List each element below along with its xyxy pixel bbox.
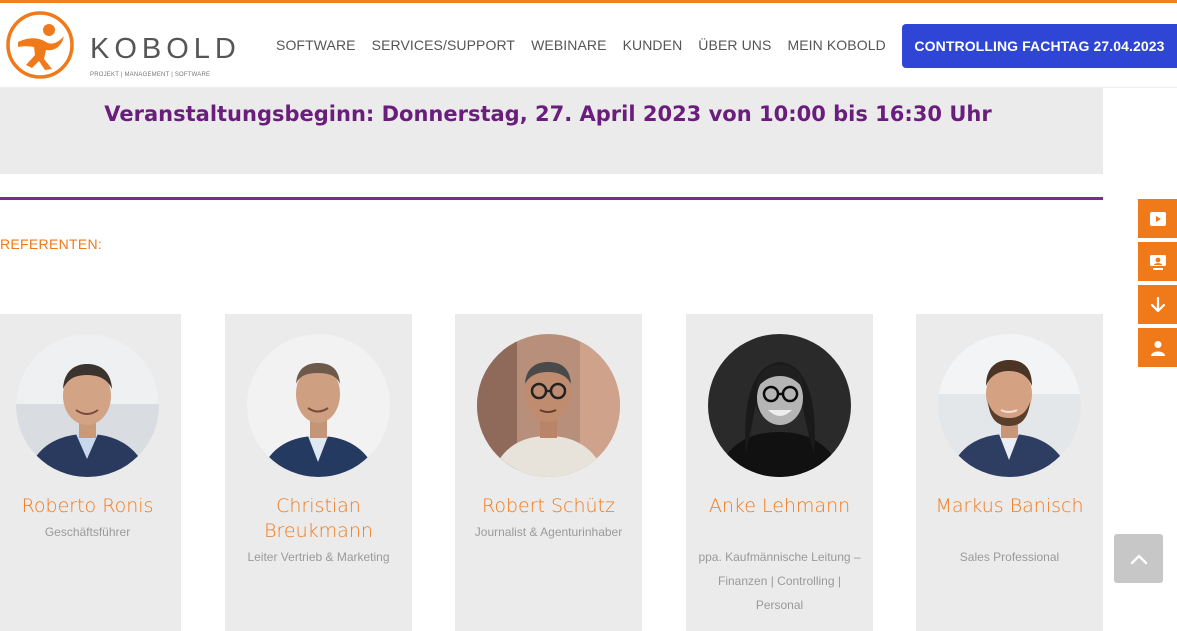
speaker-role: Geschäftsführer [44, 525, 131, 539]
speaker-name: Christian Breukmann [264, 495, 373, 542]
main-nav: SOFTWARE SERVICES/SUPPORT WEBINARE KUNDE… [268, 37, 894, 53]
nav-item-software[interactable]: SOFTWARE [268, 37, 364, 53]
nav-item-webinare[interactable]: WEBINARE [523, 37, 614, 53]
nav-item-services-support[interactable]: SERVICES/SUPPORT [364, 37, 523, 53]
speaker-role: Sales Professional [959, 550, 1060, 564]
speaker-photo [16, 334, 159, 477]
logo-wordmark: KOBOLD [90, 33, 241, 65]
chevron-up-icon [1130, 554, 1147, 564]
speaker-photo [477, 334, 620, 477]
speaker-role: Journalist & Agenturinhaber [474, 525, 623, 539]
speaker-name: Robert Schütz [481, 495, 616, 517]
site-header: KOBOLD PROJEKT | MANAGEMENT | SOFTWARE S… [0, 0, 1177, 88]
event-start-text: Veranstaltungsbeginn: Donnerstag, 27. Ap… [104, 102, 992, 126]
controlling-fachtag-button[interactable]: CONTROLLING FACHTAG 27.04.2023 [902, 24, 1177, 68]
event-info-box: Veranstaltungsbeginn: Donnerstag, 27. Ap… [0, 88, 1103, 174]
avatar [247, 334, 390, 477]
nav-item-ueber-uns[interactable]: ÜBER UNS [690, 37, 779, 53]
user-icon [1150, 340, 1165, 356]
speaker-role: Leiter Vertrieb & Marketing [247, 550, 390, 564]
speaker-photo [247, 334, 390, 477]
download-icon [1150, 296, 1165, 312]
avatar [708, 334, 851, 477]
contact-person-button[interactable] [1138, 328, 1177, 367]
webinar-button[interactable] [1138, 242, 1177, 281]
avatar [16, 334, 159, 477]
video-button[interactable] [1138, 199, 1177, 238]
video-icon [1149, 211, 1166, 226]
speaker-card: Roberto Ronis Geschäftsführer [0, 314, 181, 631]
speaker-name: Roberto Ronis [21, 495, 154, 517]
section-divider [0, 197, 1103, 200]
speaker-role: ppa. Kaufmännische Leitung – Finanzen | … [698, 550, 861, 612]
speaker-name: Anke Lehmann [708, 495, 851, 517]
avatar [477, 334, 620, 477]
side-tools-bar [1138, 199, 1177, 371]
speaker-photo [938, 334, 1081, 477]
nav-item-mein-kobold[interactable]: MEIN KOBOLD [779, 37, 893, 53]
speaker-card: Robert Schütz Journalist & Agenturinhabe… [455, 314, 642, 631]
speaker-photo [708, 334, 851, 477]
avatar [938, 334, 1081, 477]
webinar-screen-icon [1149, 254, 1166, 270]
kobold-logo[interactable]: KOBOLD PROJEKT | MANAGEMENT | SOFTWARE [4, 9, 244, 83]
speakers-heading: REFERENTEN: [0, 236, 103, 252]
speaker-card: Christian Breukmann Leiter Vertrieb & Ma… [225, 314, 412, 631]
logo-tagline: PROJEKT | MANAGEMENT | SOFTWARE [90, 72, 211, 78]
speaker-name: Markus Banisch [935, 495, 1084, 517]
speaker-card: Markus Banisch Sales Professional [916, 314, 1103, 631]
scroll-to-top-button[interactable] [1114, 534, 1163, 583]
nav-item-kunden[interactable]: KUNDEN [615, 37, 691, 53]
download-button[interactable] [1138, 285, 1177, 324]
kobold-logo-mark-icon [6, 11, 74, 79]
speaker-card: Anke Lehmann ppa. Kaufmännische Leitung … [686, 314, 873, 631]
